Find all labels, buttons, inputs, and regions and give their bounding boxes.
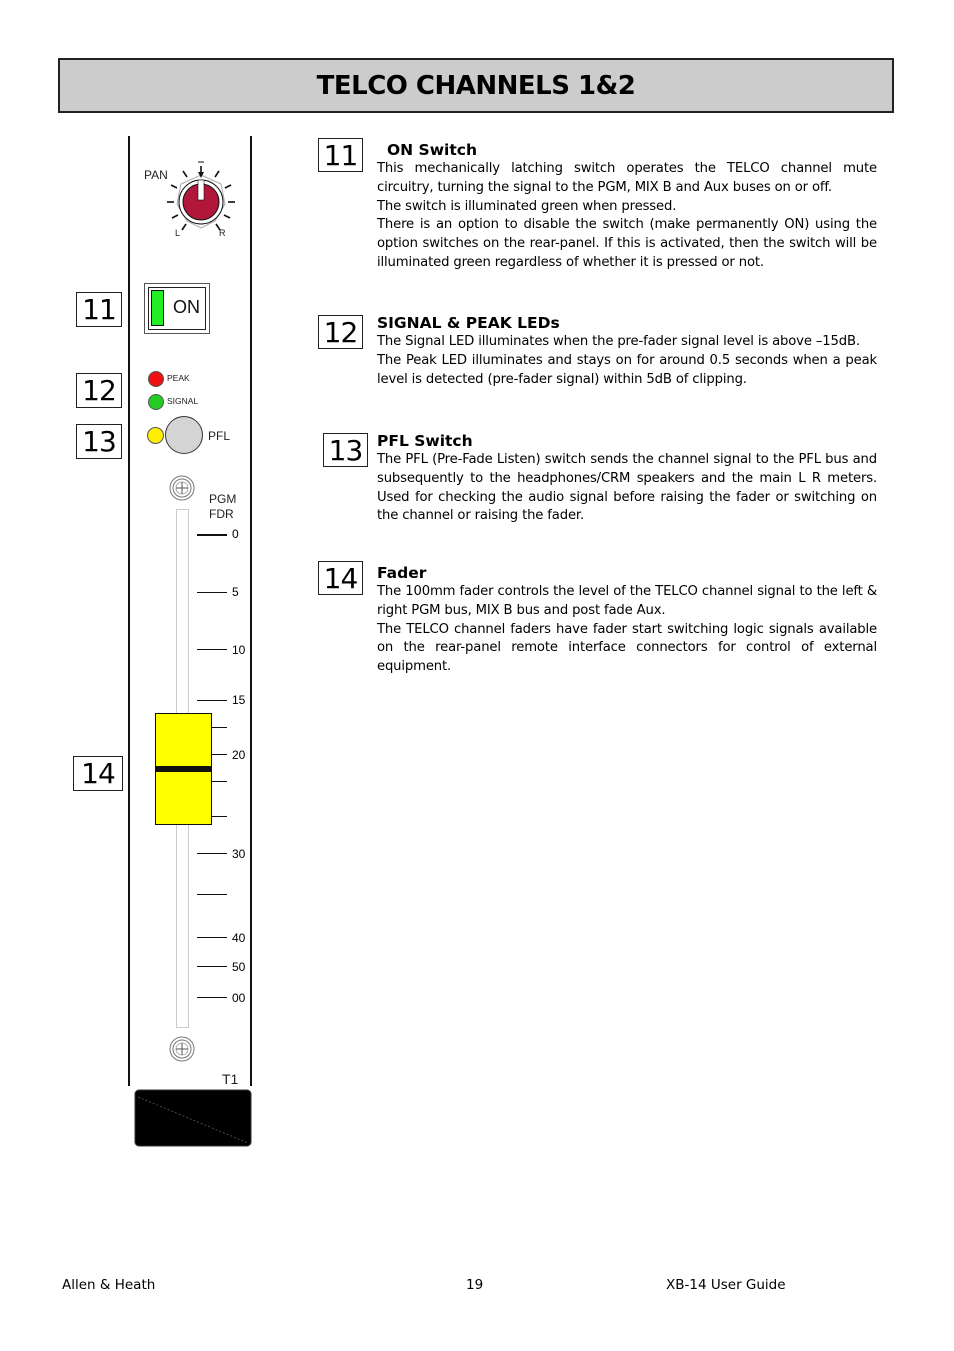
title-banner: TELCO CHANNELS 1&2	[58, 58, 894, 113]
fader-label-pgm: PGM	[209, 492, 237, 506]
fader-tick	[212, 754, 227, 755]
footer-left: Allen & Heath	[62, 1277, 156, 1293]
peak-label: PEAK	[167, 373, 190, 383]
on-switch-bezel[interactable]: ON	[144, 283, 210, 334]
pfl-led	[147, 427, 164, 444]
section-callout-13: 13	[323, 433, 368, 467]
fader-scale-15: 15	[232, 693, 246, 707]
page-title: TELCO CHANNELS 1&2	[316, 70, 636, 101]
fader-cap[interactable]	[155, 713, 212, 825]
fader-label: PGM FDR	[209, 492, 236, 522]
fader-tick	[197, 700, 227, 701]
on-switch-button[interactable]: ON	[148, 287, 206, 330]
fader-tick	[197, 894, 227, 895]
callout-14: 14	[73, 756, 123, 791]
fader-tick	[212, 781, 227, 782]
fader-tick	[197, 853, 227, 854]
section-heading: SIGNAL & PEAK LEDs	[377, 314, 560, 332]
section-paragraph: The 100mm fader controls the level of th…	[377, 584, 877, 618]
section-heading: ON Switch	[387, 141, 477, 159]
footer-page-number: 19	[466, 1277, 484, 1293]
fader-tick	[197, 649, 227, 650]
fader-scale-30: 30	[232, 847, 246, 861]
callout-11: 11	[76, 292, 122, 327]
section-signal-peak-leds: SIGNAL & PEAK LEDs The Signal LED illumi…	[377, 313, 877, 389]
section-fader: Fader The 100mm fader controls the level…	[377, 563, 877, 677]
channel-id: T1	[222, 1071, 239, 1087]
pan-pointer	[197, 179, 205, 201]
fader-scale-5: 5	[232, 585, 239, 599]
footer-right: XB-14 User Guide	[666, 1277, 786, 1293]
fader-tick	[197, 997, 227, 998]
section-on-switch: ON Switch This mechanically latching swi…	[377, 140, 877, 273]
pfl-label: PFL	[208, 429, 231, 443]
section-callout-11: 11	[318, 138, 363, 172]
section-paragraph: The PFL (Pre-Fade Listen) switch sends t…	[377, 452, 877, 524]
section-paragraph: The switch is illuminated green when pre…	[377, 198, 677, 214]
section-paragraph: The TELCO channel faders have fader star…	[377, 621, 877, 675]
screw-icon	[169, 475, 195, 501]
pfl-button[interactable]	[165, 416, 203, 454]
strip-border-right	[250, 136, 252, 1086]
fader-label-fdr: FDR	[209, 507, 234, 521]
fader-tick	[197, 966, 227, 967]
pan-knob[interactable]	[163, 158, 239, 238]
pan-left-label: L	[175, 228, 181, 238]
fader-scale-0: 0	[232, 527, 239, 541]
signal-label: SIGNAL	[167, 396, 199, 406]
section-paragraph: The Peak LED illuminates and stays on fo…	[377, 352, 877, 387]
fader-scale-inf: 00	[232, 991, 246, 1005]
fader-tick	[197, 937, 227, 938]
section-paragraph: There is an option to disable the switch…	[377, 217, 877, 270]
screw-icon	[169, 1036, 195, 1062]
section-paragraph: This mechanically latching switch operat…	[377, 161, 877, 195]
scribble-strip	[134, 1089, 252, 1147]
fader-tick	[197, 534, 227, 536]
fader-scale-10: 10	[232, 643, 246, 657]
fader-tick	[197, 592, 227, 593]
section-heading: Fader	[377, 564, 427, 582]
section-pfl-switch: PFL Switch The PFL (Pre-Fade Listen) swi…	[377, 431, 877, 526]
strip-border-left	[128, 136, 130, 1086]
callout-13: 13	[76, 424, 122, 459]
section-heading: PFL Switch	[377, 432, 473, 450]
on-switch-label: ON	[173, 297, 200, 317]
fader-tick	[212, 816, 227, 817]
signal-led	[148, 394, 164, 410]
fader-scale-20: 20	[232, 748, 246, 762]
on-switch-led	[151, 290, 164, 326]
fader-cap-line	[156, 766, 211, 772]
pan-right-label: R	[219, 228, 226, 238]
section-paragraph: The Signal LED illuminates when the pre-…	[377, 334, 860, 349]
fader-scale-40: 40	[232, 931, 246, 945]
peak-led	[148, 371, 164, 387]
section-callout-14: 14	[318, 561, 363, 595]
fader-scale-50: 50	[232, 960, 246, 974]
fader-tick	[212, 727, 227, 728]
callout-12: 12	[76, 373, 122, 408]
section-callout-12: 12	[318, 315, 363, 349]
